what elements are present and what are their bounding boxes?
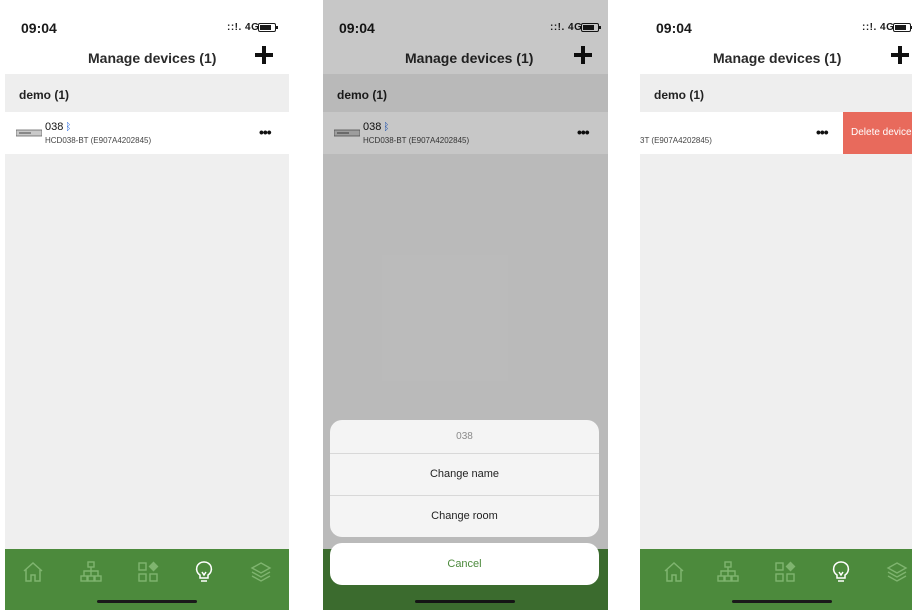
device-id: HCD038-BT (E907A4202845): [45, 136, 152, 145]
more-options-button[interactable]: •••: [259, 124, 272, 140]
layers-icon[interactable]: [249, 560, 273, 584]
lightbulb-icon[interactable]: [192, 560, 216, 584]
action-sheet-title: 038: [330, 420, 599, 454]
tab-bar: [640, 549, 912, 610]
battery-icon: [893, 23, 912, 32]
nav-bar: Manage devices (1): [5, 40, 289, 74]
status-time: 09:04: [656, 20, 692, 36]
room-group-header: demo (1): [640, 74, 912, 112]
action-sheet: 038 Change name Change room: [330, 420, 599, 537]
add-device-button[interactable]: [253, 44, 275, 66]
lightbulb-icon[interactable]: [829, 560, 853, 584]
tab-bar: [5, 549, 289, 610]
status-bar: 09:04 ::!. 4G: [5, 0, 289, 40]
nav-bar: Manage devices (1): [640, 40, 912, 74]
signal-indicator: ::!. 4G: [862, 22, 895, 33]
screen-swipe-delete: 09:04 ::!. 4G Manage devices (1) demo (1…: [640, 0, 912, 610]
screen-device-list: 09:04 ::!. 4G Manage devices (1) demo (1…: [5, 0, 289, 610]
device-row[interactable]: 038 ᛒ HCD038-BT (E907A4202845) •••: [5, 112, 289, 154]
status-bar: 09:04 ::!. 4G: [640, 0, 912, 40]
home-icon[interactable]: [21, 560, 45, 584]
list-background: [640, 154, 912, 549]
page-title: Manage devices (1): [713, 50, 842, 66]
delete-device-button[interactable]: Delete device: [843, 112, 912, 154]
layers-icon[interactable]: [885, 560, 909, 584]
room-group-label: demo (1): [654, 88, 705, 102]
network-icon[interactable]: [79, 560, 103, 584]
page-title: Manage devices (1): [88, 50, 217, 66]
change-room-button[interactable]: Change room: [330, 496, 599, 537]
home-indicator: [732, 600, 832, 603]
add-device-button[interactable]: [889, 44, 911, 66]
battery-icon: [258, 23, 278, 32]
scenes-icon[interactable]: [773, 560, 797, 584]
change-name-button[interactable]: Change name: [330, 454, 599, 496]
more-options-button[interactable]: •••: [816, 124, 829, 140]
device-name: 038 ᛒ: [45, 121, 72, 133]
status-time: 09:04: [21, 20, 57, 36]
list-background: [5, 154, 289, 549]
bluetooth-icon: ᛒ: [65, 122, 72, 133]
room-group-header: demo (1): [5, 74, 289, 112]
room-group-label: demo (1): [19, 88, 70, 102]
network-icon[interactable]: [716, 560, 740, 584]
device-icon: [16, 129, 42, 137]
home-indicator: [97, 600, 197, 603]
signal-indicator: ::!. 4G: [227, 22, 260, 33]
device-id: 3T (E907A4202845): [640, 136, 712, 145]
cancel-button[interactable]: Cancel: [330, 543, 599, 585]
home-icon[interactable]: [662, 560, 686, 584]
screen-action-sheet: 09:04 ::!. 4G Manage devices (1) demo (1…: [323, 0, 608, 610]
scenes-icon[interactable]: [136, 560, 160, 584]
